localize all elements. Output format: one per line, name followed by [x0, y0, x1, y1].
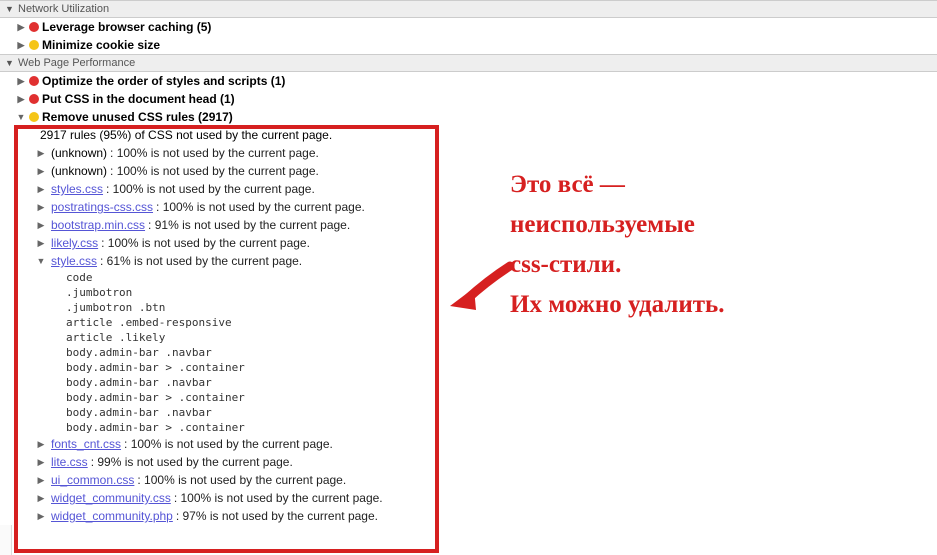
css-rule: body.admin-bar .navbar — [66, 375, 937, 390]
section-header-network[interactable]: ▼ Network Utilization — [0, 0, 937, 18]
file-row[interactable]: lite.css: 99% is not used by the current… — [0, 453, 937, 471]
file-stat: : 100% is not used by the current page. — [110, 145, 319, 161]
audit-item-label: Optimize the order of styles and scripts… — [42, 73, 285, 89]
chevron-right-icon — [36, 454, 46, 470]
audit-summary: 2917 rules (95%) of CSS not used by the … — [0, 126, 937, 144]
css-rule: body.admin-bar > .container — [66, 420, 937, 435]
file-stat: : 99% is not used by the current page. — [91, 454, 293, 470]
file-link[interactable]: postratings-css.css — [51, 199, 153, 215]
chevron-down-icon: ▼ — [5, 58, 14, 68]
severity-dot-red — [29, 94, 39, 104]
annotation-line: неиспользуемые — [510, 205, 930, 245]
audit-item[interactable]: Leverage browser caching (5) — [0, 18, 937, 36]
severity-dot-red — [29, 22, 39, 32]
file-row[interactable]: widget_community.php: 97% is not used by… — [0, 507, 937, 525]
chevron-down-icon: ▼ — [5, 4, 14, 14]
chevron-right-icon — [16, 91, 26, 107]
css-rule: body.admin-bar > .container — [66, 390, 937, 405]
chevron-right-icon — [36, 199, 46, 215]
file-stat: : 100% is not used by the current page. — [124, 436, 333, 452]
file-stat: : 100% is not used by the current page. — [156, 199, 365, 215]
section-title: Web Page Performance — [18, 57, 135, 69]
audit-item-label: Put CSS in the document head (1) — [42, 91, 235, 107]
file-stat: : 100% is not used by the current page. — [137, 472, 346, 488]
file-stat: : 100% is not used by the current page. — [174, 490, 383, 506]
file-link[interactable]: lite.css — [51, 454, 88, 470]
chevron-down-icon — [16, 109, 26, 125]
chevron-right-icon — [16, 19, 26, 35]
file-link[interactable]: widget_community.php — [51, 508, 173, 524]
annotation-text: Это всё — неиспользуемые css-стили. Их м… — [510, 165, 930, 325]
audit-item-unused-css[interactable]: Remove unused CSS rules (2917) — [0, 108, 937, 126]
file-stat: : 100% is not used by the current page. — [110, 163, 319, 179]
annotation-line: Это всё — — [510, 165, 930, 205]
file-stat: : 97% is not used by the current page. — [176, 508, 378, 524]
file-row[interactable]: widget_community.css: 100% is not used b… — [0, 489, 937, 507]
css-rule: body.admin-bar .navbar — [66, 405, 937, 420]
file-link[interactable]: widget_community.css — [51, 490, 171, 506]
chevron-right-icon — [36, 472, 46, 488]
file-stat: : 100% is not used by the current page. — [106, 181, 315, 197]
severity-dot-red — [29, 76, 39, 86]
file-link[interactable]: fonts_cnt.css — [51, 436, 121, 452]
chevron-right-icon — [36, 181, 46, 197]
chevron-right-icon — [16, 37, 26, 53]
chevron-right-icon — [36, 235, 46, 251]
section-title: Network Utilization — [18, 3, 109, 15]
file-link[interactable]: styles.css — [51, 181, 103, 197]
audit-item[interactable]: Minimize cookie size — [0, 36, 937, 54]
severity-dot-yellow — [29, 40, 39, 50]
css-rule: article .likely — [66, 330, 937, 345]
css-rule: body.admin-bar > .container — [66, 360, 937, 375]
chevron-right-icon — [36, 508, 46, 524]
file-link[interactable]: ui_common.css — [51, 472, 134, 488]
file-row[interactable]: fonts_cnt.css: 100% is not used by the c… — [0, 435, 937, 453]
annotation-line: Их можно удалить. — [510, 285, 930, 325]
audit-item-label: Minimize cookie size — [42, 37, 160, 53]
audit-item-label: Remove unused CSS rules (2917) — [42, 109, 233, 125]
audit-item-label: Leverage browser caching (5) — [42, 19, 211, 35]
annotation-line: css-стили. — [510, 245, 930, 285]
chevron-right-icon — [36, 145, 46, 161]
css-rule: body.admin-bar .navbar — [66, 345, 937, 360]
chevron-right-icon — [16, 73, 26, 89]
file-link[interactable]: style.css — [51, 253, 97, 269]
file-stat: : 91% is not used by the current page. — [148, 217, 350, 233]
file-link[interactable]: bootstrap.min.css — [51, 217, 145, 233]
file-link[interactable]: likely.css — [51, 235, 98, 251]
audit-item[interactable]: Put CSS in the document head (1) — [0, 90, 937, 108]
file-name: (unknown) — [51, 145, 107, 161]
section-header-webpage[interactable]: ▼ Web Page Performance — [0, 54, 937, 72]
chevron-right-icon — [36, 163, 46, 179]
file-stat: : 100% is not used by the current page. — [101, 235, 310, 251]
file-row[interactable]: (unknown): 100% is not used by the curre… — [0, 144, 937, 162]
audit-item[interactable]: Optimize the order of styles and scripts… — [0, 72, 937, 90]
file-name: (unknown) — [51, 163, 107, 179]
file-stat: : 61% is not used by the current page. — [100, 253, 302, 269]
chevron-down-icon — [36, 253, 46, 269]
chevron-right-icon — [36, 217, 46, 233]
severity-dot-yellow — [29, 112, 39, 122]
chevron-right-icon — [36, 490, 46, 506]
summary-text: 2917 rules (95%) of CSS not used by the … — [40, 127, 332, 143]
chevron-right-icon — [36, 436, 46, 452]
file-row[interactable]: ui_common.css: 100% is not used by the c… — [0, 471, 937, 489]
